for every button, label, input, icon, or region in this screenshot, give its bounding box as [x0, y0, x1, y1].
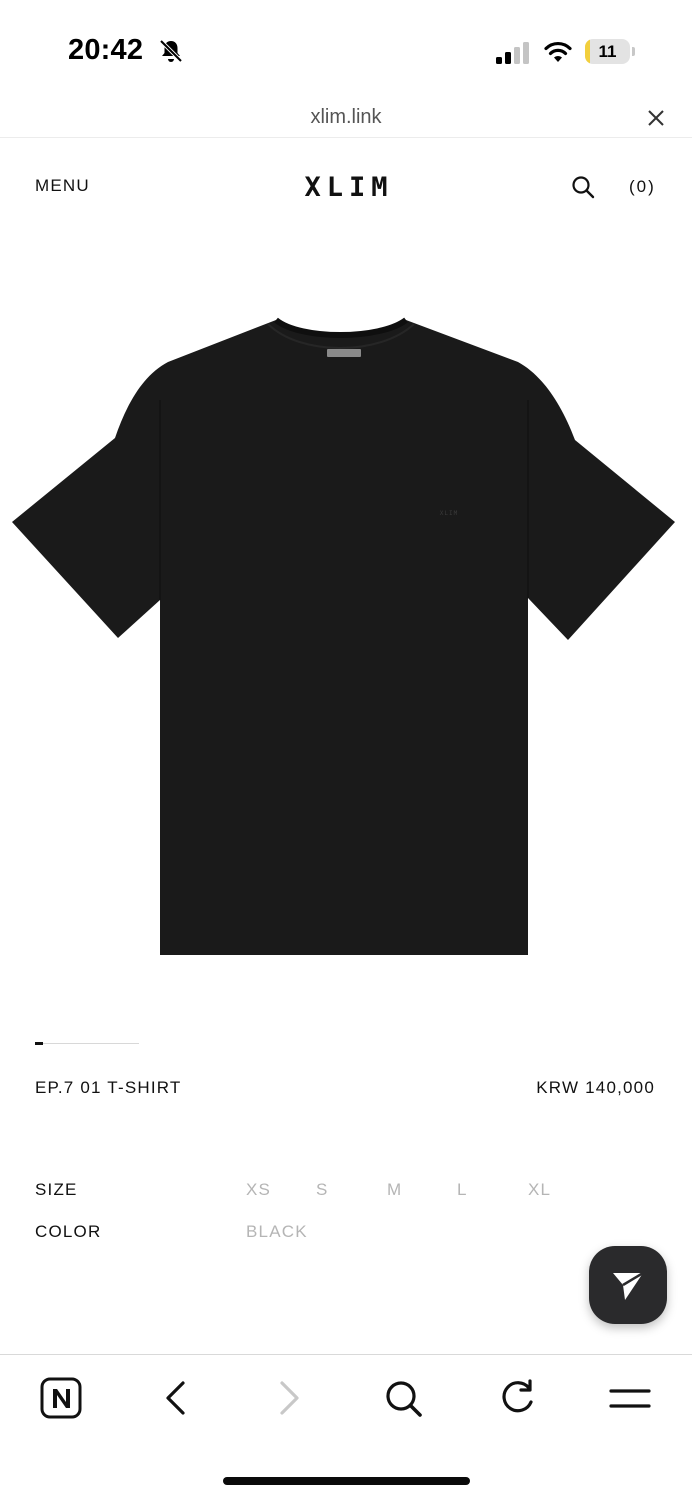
toolbar-menu-button[interactable]	[608, 1377, 652, 1421]
home-indicator	[223, 1477, 470, 1485]
battery-icon: 11	[585, 39, 635, 64]
forward-button[interactable]	[268, 1377, 312, 1421]
signal-icon	[496, 42, 529, 64]
menu-icon	[609, 1389, 651, 1408]
slider-thumb	[35, 1042, 43, 1045]
status-time: 20:42	[68, 34, 144, 66]
garment-logo: XLIM	[440, 510, 458, 517]
close-icon[interactable]	[646, 108, 666, 128]
naver-n-icon	[40, 1377, 82, 1419]
wifi-icon	[544, 41, 572, 62]
status-bar: 20:42 11	[0, 0, 692, 100]
back-button[interactable]	[154, 1377, 198, 1421]
toolbar-search-button[interactable]	[382, 1377, 426, 1421]
url-bar[interactable]: xlim.link	[0, 100, 692, 138]
size-option-s[interactable]: S	[316, 1180, 329, 1200]
black-t-shirt-image[interactable]: XLIM	[0, 300, 692, 980]
product-name: EP.7 01 T-SHIRT	[35, 1078, 182, 1097]
search-icon[interactable]	[571, 175, 595, 199]
cart-count[interactable]: (0)	[629, 177, 656, 197]
size-option-l[interactable]: L	[457, 1180, 468, 1200]
size-label: SIZE	[35, 1180, 78, 1199]
color-option-black[interactable]: BLACK	[246, 1222, 308, 1242]
send-button[interactable]	[589, 1246, 667, 1324]
battery-level: 11	[598, 42, 617, 61]
product-price: KRW 140,000	[536, 1078, 655, 1097]
size-option-xs[interactable]: XS	[246, 1180, 271, 1200]
bell-slash-icon	[159, 39, 183, 63]
size-option-m[interactable]: M	[387, 1180, 402, 1200]
url-text[interactable]: xlim.link	[0, 106, 692, 129]
color-label: COLOR	[35, 1222, 102, 1241]
send-icon	[613, 1271, 644, 1300]
naver-home-button[interactable]	[40, 1377, 84, 1421]
size-option-xl[interactable]: XL	[528, 1180, 551, 1200]
search-icon	[386, 1381, 422, 1417]
back-chevron-icon	[166, 1381, 185, 1415]
forward-chevron-icon	[280, 1381, 299, 1415]
refresh-icon	[502, 1379, 533, 1413]
refresh-button[interactable]	[496, 1377, 540, 1421]
slider-track	[35, 1043, 139, 1044]
